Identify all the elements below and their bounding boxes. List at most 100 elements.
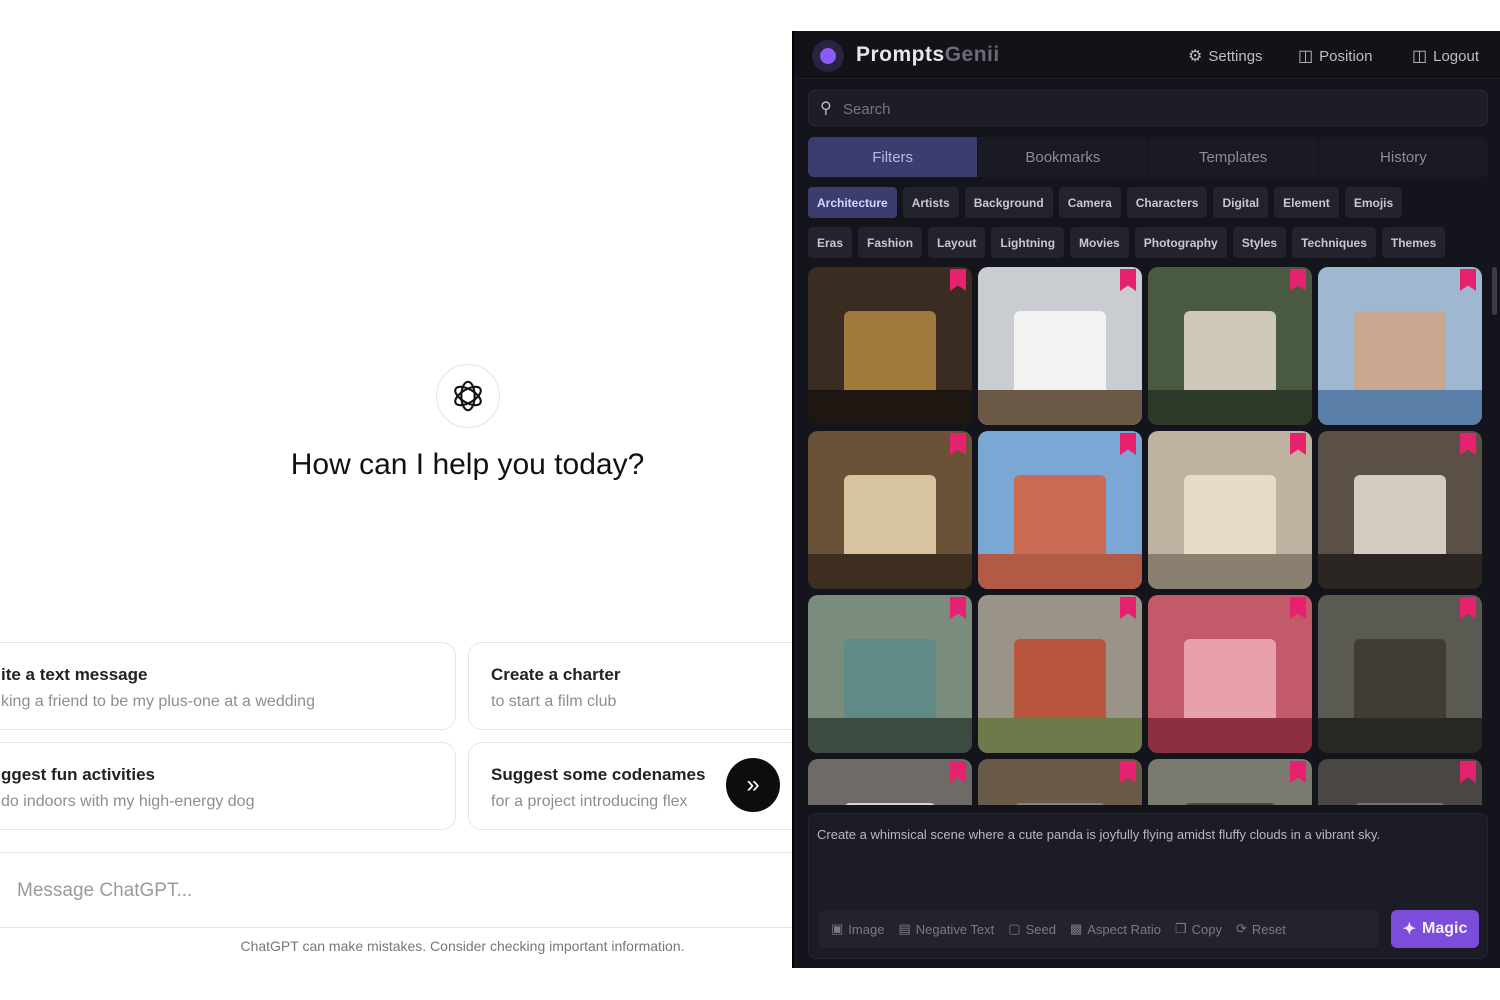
bookmark-icon[interactable] <box>950 433 966 455</box>
bookmark-icon[interactable] <box>1460 761 1476 783</box>
message-input[interactable] <box>17 873 617 909</box>
position-label: Position <box>1319 47 1373 65</box>
logout-button[interactable]: ◫ Logout <box>1412 46 1479 66</box>
image-tile[interactable] <box>1318 267 1482 425</box>
image-foreground <box>978 554 1142 589</box>
image-tile[interactable] <box>978 431 1142 589</box>
tool-aspect-ratio-button[interactable]: ▩ Aspect Ratio <box>1070 921 1161 937</box>
image-tile[interactable] <box>808 595 972 753</box>
chip-fashion[interactable]: Fashion <box>858 227 923 258</box>
suggestion-title: Suggest some codenames <box>491 765 706 784</box>
image-foreground <box>1148 390 1312 425</box>
brand-name: PromptsGenii <box>856 43 1000 67</box>
bookmark-icon[interactable] <box>1460 433 1476 455</box>
search-icon: ⚲ <box>820 100 832 117</box>
welcome-heading: How can I help you today? <box>290 448 645 481</box>
tool-copy-button[interactable]: ❐ Copy <box>1175 921 1222 937</box>
chatgpt-window: How can I help you today? ite a text mes… <box>0 0 792 1000</box>
suggestion-card-charter[interactable]: Create a charter to start a film club <box>468 642 792 730</box>
chip-camera[interactable]: Camera <box>1058 187 1121 218</box>
image-tile[interactable] <box>1148 595 1312 753</box>
image-foreground <box>808 390 972 425</box>
chip-artists[interactable]: Artists <box>902 187 959 218</box>
filter-chips-row-1: Architecture Artists Background Camera C… <box>808 187 1403 218</box>
brand-logo-icon <box>812 40 844 72</box>
position-button[interactable]: ◫ Position <box>1298 46 1373 66</box>
bookmark-icon[interactable] <box>1290 269 1306 291</box>
image-tile[interactable] <box>978 759 1142 805</box>
magic-button[interactable]: ✦ Magic <box>1391 910 1479 948</box>
image-tile[interactable] <box>1148 431 1312 589</box>
bookmark-icon[interactable] <box>1290 433 1306 455</box>
prompt-text[interactable]: Create a whimsical scene where a cute pa… <box>817 824 1477 846</box>
tool-reset-button[interactable]: ⟳ Reset <box>1236 921 1286 937</box>
bookmark-icon[interactable] <box>1460 597 1476 619</box>
tab-templates[interactable]: Templates <box>1149 137 1319 177</box>
expand-panel-button[interactable]: » <box>726 758 780 812</box>
filter-chips-row-2: Eras Fashion Layout Lightning Movies Pho… <box>808 227 1446 258</box>
chip-movies[interactable]: Movies <box>1070 227 1129 258</box>
bookmark-icon[interactable] <box>1120 269 1136 291</box>
image-icon: ▣ <box>831 921 844 936</box>
aspect-ratio-icon: ▩ <box>1069 921 1083 936</box>
image-tile[interactable] <box>808 431 972 589</box>
image-tile[interactable] <box>1318 759 1482 805</box>
suggestion-title: ggest fun activities <box>1 765 155 784</box>
image-foreground <box>978 718 1142 753</box>
chip-digital[interactable]: Digital <box>1213 187 1269 218</box>
bookmark-icon[interactable] <box>1120 761 1136 783</box>
tool-seed-button[interactable]: ▢ Seed <box>1008 921 1056 937</box>
suggestion-subtitle: do indoors with my high-energy dog <box>1 793 255 810</box>
image-tile[interactable] <box>808 759 972 805</box>
chip-architecture[interactable]: Architecture <box>808 187 897 218</box>
seed-icon: ▢ <box>1008 921 1021 936</box>
bookmark-icon[interactable] <box>1120 433 1136 455</box>
bookmark-icon[interactable] <box>1290 761 1306 783</box>
chip-characters[interactable]: Characters <box>1126 187 1208 218</box>
suggestion-card-activities[interactable]: ggest fun activities do indoors with my … <box>0 742 456 830</box>
image-tile[interactable] <box>808 267 972 425</box>
chip-themes[interactable]: Themes <box>1381 227 1446 258</box>
image-foreground <box>808 554 972 589</box>
double-chevron-right-icon: » <box>746 771 760 798</box>
chip-photography[interactable]: Photography <box>1134 227 1227 258</box>
bookmark-icon[interactable] <box>1290 597 1306 619</box>
chip-lightning[interactable]: Lightning <box>991 227 1065 258</box>
tool-label: Aspect Ratio <box>1087 921 1161 937</box>
tool-negative-text-button[interactable]: ▤ Negative Text <box>898 921 994 937</box>
chip-background[interactable]: Background <box>964 187 1053 218</box>
image-foreground <box>1318 718 1482 753</box>
settings-button[interactable]: ⚙ Settings <box>1188 46 1263 66</box>
image-tile[interactable] <box>1318 595 1482 753</box>
chip-styles[interactable]: Styles <box>1232 227 1287 258</box>
prompt-editor[interactable]: Create a whimsical scene where a cute pa… <box>808 813 1488 959</box>
grid-scrollbar[interactable] <box>1492 267 1497 315</box>
gear-icon: ⚙ <box>1188 48 1203 65</box>
bookmark-icon[interactable] <box>1120 597 1136 619</box>
bookmark-icon[interactable] <box>950 597 966 619</box>
chip-emojis[interactable]: Emojis <box>1344 187 1403 218</box>
chip-element[interactable]: Element <box>1274 187 1339 218</box>
bookmark-icon[interactable] <box>950 269 966 291</box>
tool-image-button[interactable]: ▣ Image <box>831 921 884 937</box>
tab-history[interactable]: History <box>1319 137 1488 177</box>
image-tile[interactable] <box>1318 431 1482 589</box>
openai-logo-icon <box>436 364 500 428</box>
search-input[interactable] <box>843 95 1463 123</box>
copy-icon: ❐ <box>1174 921 1187 936</box>
tool-label: Image <box>848 921 885 937</box>
tab-bookmarks[interactable]: Bookmarks <box>978 137 1149 177</box>
chip-layout[interactable]: Layout <box>928 227 986 258</box>
image-tile[interactable] <box>1148 267 1312 425</box>
chip-techniques[interactable]: Techniques <box>1292 227 1376 258</box>
tab-filters[interactable]: Filters <box>808 137 979 177</box>
suggestion-card-text-message[interactable]: ite a text message king a friend to be m… <box>0 642 456 730</box>
chip-eras[interactable]: Eras <box>808 227 853 258</box>
image-tile[interactable] <box>1148 759 1312 805</box>
bookmark-icon[interactable] <box>1460 269 1476 291</box>
image-tile[interactable] <box>978 595 1142 753</box>
image-tile[interactable] <box>978 267 1142 425</box>
suggestion-subtitle: king a friend to be my plus-one at a wed… <box>1 693 315 710</box>
image-foreground <box>1318 554 1482 589</box>
bookmark-icon[interactable] <box>950 761 966 783</box>
